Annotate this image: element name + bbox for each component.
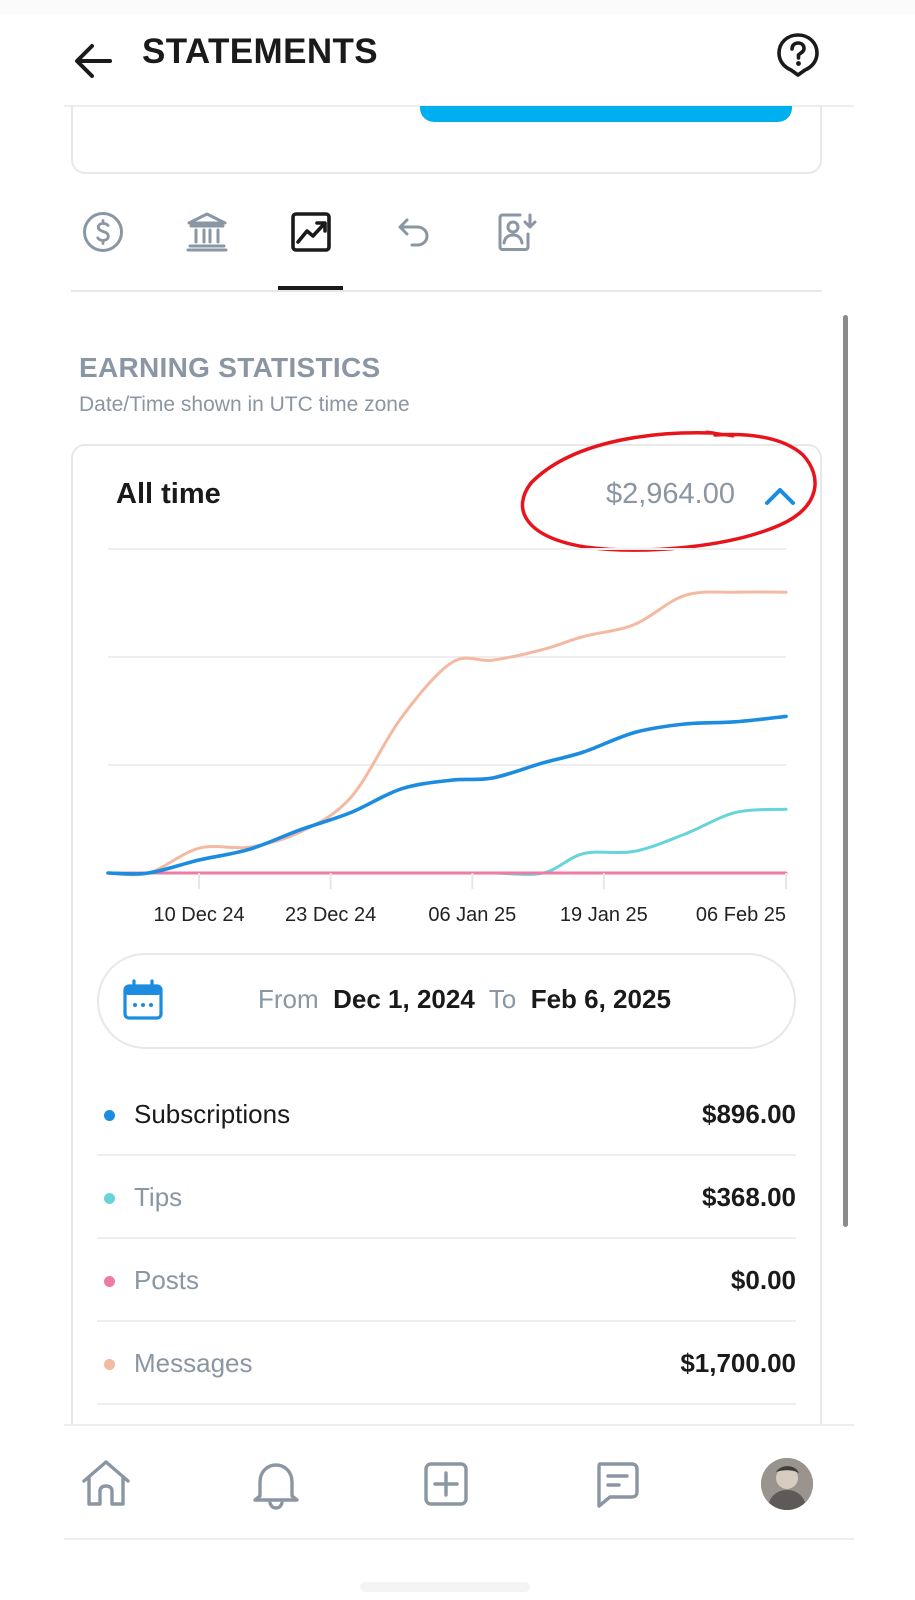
earnings-chart: 10 Dec 24 23 Dec 24 06 Jan 25 19 Jan 25 06 F… [106,548,788,926]
series-line-subscriptions [106,714,788,876]
breakdown-value: $896.00 [702,1099,796,1129]
calendar-icon[interactable] [122,978,164,1022]
total-earnings: $2,964.00 [605,478,735,510]
nav-messages[interactable] [584,1452,648,1516]
legend-dot [104,1110,115,1121]
series-line-tips [106,807,788,876]
chart-series [106,590,788,877]
page-title: STATEMENTS [142,32,379,71]
earnings-breakdown: Subscriptions $896.00 Tips $368.00 Posts… [97,1073,796,1405]
breakdown-label: Messages [134,1348,253,1378]
app-header: STATEMENTS [0,14,915,106]
legend-dot [104,1359,115,1370]
section-title: EARNING STATISTICS [79,352,381,383]
user-download-icon [498,213,537,251]
breakdown-row-tips: Tips $368.00 [97,1156,796,1239]
bell-icon [253,1463,299,1510]
tab-refunds[interactable] [381,200,445,264]
chevron-up-icon[interactable] [760,478,800,514]
tab-bank[interactable] [175,200,239,264]
nav-new-post[interactable] [414,1452,478,1516]
breakdown-label: Subscriptions [134,1099,291,1129]
arrow-left-icon [75,44,112,78]
bottom-nav [0,1426,915,1538]
request-withdrawal-button[interactable] [420,106,792,122]
to-label: To [488,984,517,1014]
legend-dot [104,1276,115,1287]
breakdown-row-posts: Posts $0.00 [97,1239,796,1322]
nav-home[interactable] [74,1452,138,1516]
dollar-circle-icon [83,212,123,252]
nav-notifications[interactable] [244,1452,308,1516]
tabs-divider [71,290,822,292]
bank-icon [186,212,228,252]
tab-reports[interactable] [485,200,549,264]
breakdown-value: $0.00 [730,1265,796,1295]
status-strip [0,0,915,14]
tab-statistics[interactable] [279,200,343,264]
breakdown-label: Tips [134,1182,183,1212]
chart-grid [108,548,786,874]
x-tick-label: 10 Dec 24 [153,904,244,926]
legend-dot [104,1193,115,1204]
message-icon [597,1462,639,1508]
series-line-messages [106,590,788,877]
avatar[interactable] [761,1458,813,1510]
breakdown-value: $368.00 [702,1182,796,1212]
from-date[interactable]: Dec 1, 2024 [333,984,475,1014]
help-button[interactable] [774,30,822,78]
statement-tabs [71,200,822,294]
period-label: All time [116,478,221,510]
chart-x-axis: 10 Dec 24 23 Dec 24 06 Jan 25 19 Jan 25 06 F… [153,873,787,926]
date-range-text: From Dec 1, 2024 To Feb 6, 2025 [258,984,671,1015]
scrollbar[interactable] [843,315,848,1227]
section-subtitle: Date/Time shown in UTC time zone [79,393,410,416]
breakdown-label: Posts [134,1265,200,1295]
home-indicator [360,1582,530,1592]
x-tick-label: 23 Dec 24 [285,904,376,926]
tab-earnings[interactable] [71,200,135,264]
x-tick-label: 06 Feb 25 [696,904,786,926]
x-tick-label: 06 Jan 25 [428,904,516,926]
plus-square-icon [424,1462,468,1506]
back-button[interactable] [66,36,118,86]
breakdown-value: $1,700.00 [680,1348,796,1378]
bottom-divider [64,1538,854,1540]
x-tick-label: 19 Jan 25 [560,904,648,926]
avatar-image [761,1458,813,1510]
to-date[interactable]: Feb 6, 2025 [531,984,671,1014]
breakdown-row-messages: Messages $1,700.00 [97,1322,796,1405]
help-circle-icon [777,33,819,77]
refund-arrow-icon [398,218,429,247]
from-label: From [258,984,319,1014]
chart-icon [291,212,331,252]
breakdown-row-subscriptions: Subscriptions $896.00 [97,1073,796,1156]
home-icon [82,1460,130,1506]
